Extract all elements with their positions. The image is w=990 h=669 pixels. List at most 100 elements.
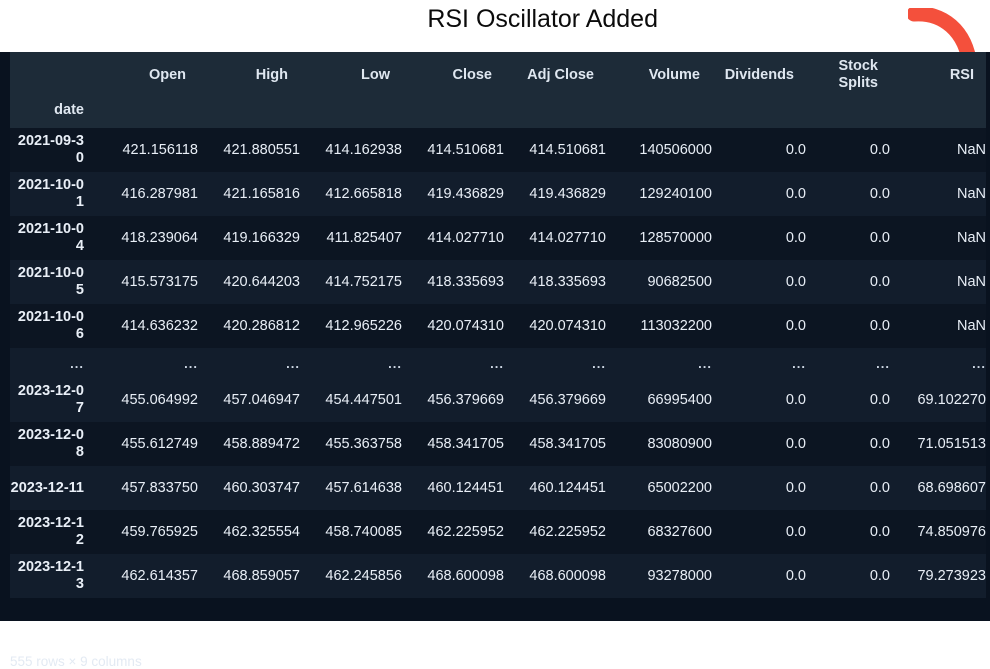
table-cell-close: 468.600098 xyxy=(427,568,504,584)
index-row-spacer xyxy=(712,98,806,128)
dataframe-table: Open High Low Close Adj Close Volume Div… xyxy=(10,52,986,598)
table-body: 2021-09-30 421.156118 421.880551 414.162938… xyxy=(10,128,986,598)
table-cell-high: 468.859057 xyxy=(223,568,300,584)
table-cell-open: 455.612749 xyxy=(121,436,198,452)
table-cell-high: 419.166329 xyxy=(223,230,300,246)
column-header-low[interactable]: Low xyxy=(300,52,402,98)
index-name-row: date xyxy=(10,98,986,128)
table-cell-high: 421.880551 xyxy=(223,142,300,158)
column-header-open[interactable]: Open xyxy=(96,52,198,98)
table-cell-volume: 113032200 xyxy=(640,318,712,334)
table-cell-rsi: NaN xyxy=(956,274,986,290)
table-cell-low: 412.665818 xyxy=(325,186,402,202)
index-row-spacer xyxy=(198,98,300,128)
table-row[interactable]: 2023-12-07 455.064992 457.046947 454.447501… xyxy=(10,378,986,422)
table-cell-ellipsis: ... xyxy=(972,355,986,371)
table-cell-adj-close: 420.074310 xyxy=(529,318,606,334)
row-index-date: 2023-12-07 xyxy=(17,383,84,416)
table-cell-volume: 65002200 xyxy=(647,480,712,496)
table-cell-volume: 129240100 xyxy=(639,186,712,202)
table-cell-low: 411.825407 xyxy=(326,230,402,246)
table-cell-ellipsis: ... xyxy=(388,355,402,371)
table-cell-stock-splits: 0.0 xyxy=(869,480,890,496)
row-index-date: 2021-10-06 xyxy=(17,309,84,342)
table-cell-open: 455.064992 xyxy=(121,392,198,408)
column-header-row: Open High Low Close Adj Close Volume Div… xyxy=(10,52,986,98)
table-cell-high: 420.644203 xyxy=(223,274,300,290)
column-header-index-blank xyxy=(10,52,96,98)
table-cell-close: 419.436829 xyxy=(427,186,504,202)
table-cell-ellipsis: ... xyxy=(876,355,890,371)
table-cell-volume: 90682500 xyxy=(647,274,712,290)
column-header-adj-close[interactable]: Adj Close xyxy=(504,52,606,98)
table-cell-stock-splits: 0.0 xyxy=(869,436,890,452)
table-cell-rsi: NaN xyxy=(956,186,986,202)
table-cell-stock-splits: 0.0 xyxy=(869,142,890,158)
table-cell-rsi: NaN xyxy=(956,230,986,246)
table-cell-rsi: 71.051513 xyxy=(917,436,986,452)
table-cell-stock-splits: 0.0 xyxy=(869,230,890,246)
table-cell-rsi: 79.273923 xyxy=(917,568,986,584)
row-index-date: 2023-12-08 xyxy=(17,427,84,460)
column-header-volume[interactable]: Volume xyxy=(606,52,712,98)
column-header-high[interactable]: High xyxy=(198,52,300,98)
dataframe-shape-footer: 555 rows × 9 columns xyxy=(10,654,142,669)
table-cell-adj-close: 414.027710 xyxy=(529,230,606,246)
column-header-stock-splits[interactable]: Stock Splits xyxy=(806,52,890,98)
table-cell-stock-splits: 0.0 xyxy=(869,186,890,202)
column-header-close[interactable]: Close xyxy=(402,52,504,98)
table-cell-volume: 68327600 xyxy=(647,524,712,540)
table-cell-low: 414.162938 xyxy=(325,142,402,158)
table-cell-open: 457.833750 xyxy=(121,480,198,496)
index-row-spacer xyxy=(504,98,606,128)
table-cell-stock-splits: 0.0 xyxy=(869,274,890,290)
table-cell-open: 416.287981 xyxy=(121,186,198,202)
row-index-date: 2021-10-01 xyxy=(17,177,84,210)
row-index-date: 2023-12-11 xyxy=(10,479,84,496)
table-cell-dividends: 0.0 xyxy=(785,142,806,158)
table-cell-open: 462.614357 xyxy=(121,568,198,584)
row-index-ellipsis: ... xyxy=(70,355,84,371)
table-cell-rsi: 68.698607 xyxy=(917,480,986,496)
table-cell-dividends: 0.0 xyxy=(785,568,806,584)
table-row[interactable]: 2023-12-08 455.612749 458.889472 455.363758… xyxy=(10,422,986,466)
table-cell-volume: 128570000 xyxy=(639,230,712,246)
table-row-ellipsis: .............................. xyxy=(10,348,986,378)
table-cell-low: 414.752175 xyxy=(325,274,402,290)
table-cell-close: 414.027710 xyxy=(427,230,504,246)
table-row[interactable]: 2023-12-13 462.614357 468.859057 462.245856… xyxy=(10,554,986,598)
table-cell-high: 462.325554 xyxy=(223,524,300,540)
table-cell-dividends: 0.0 xyxy=(785,230,806,246)
column-header-dividends[interactable]: Dividends xyxy=(712,52,806,98)
table-cell-dividends: 0.0 xyxy=(785,186,806,202)
table-header: Open High Low Close Adj Close Volume Div… xyxy=(10,52,986,128)
table-cell-close: 462.225952 xyxy=(427,524,504,540)
table-row[interactable]: 2021-10-04 418.239064 419.166329 411.825407… xyxy=(10,216,986,260)
table-cell-dividends: 0.0 xyxy=(785,436,806,452)
table-cell-volume: 140506000 xyxy=(639,142,712,158)
table-row[interactable]: 2021-10-06 414.636232 420.286812 412.965226… xyxy=(10,304,986,348)
table-cell-open: 414.636232 xyxy=(121,318,198,334)
table-cell-ellipsis: ... xyxy=(698,355,712,371)
table-cell-stock-splits: 0.0 xyxy=(869,524,890,540)
table-row[interactable]: 2023-12-11 457.833750 460.303747 457.614638… xyxy=(10,466,986,510)
table-cell-close: 420.074310 xyxy=(427,318,504,334)
table-row[interactable]: 2021-10-05 415.573175 420.644203 414.752175… xyxy=(10,260,986,304)
row-index-date: 2021-10-04 xyxy=(17,221,84,254)
index-row-spacer xyxy=(890,98,986,128)
table-row[interactable]: 2021-09-30 421.156118 421.880551 414.162938… xyxy=(10,128,986,172)
table-cell-close: 418.335693 xyxy=(427,274,504,290)
table-cell-low: 457.614638 xyxy=(325,480,402,496)
table-row[interactable]: 2021-10-01 416.287981 421.165816 412.665818… xyxy=(10,172,986,216)
table-cell-close: 414.510681 xyxy=(427,142,504,158)
annotation-band: RSI Oscillator Added xyxy=(0,0,990,120)
index-row-spacer xyxy=(806,98,890,128)
table-cell-volume: 93278000 xyxy=(647,568,712,584)
table-cell-open: 459.765925 xyxy=(121,524,198,540)
table-cell-low: 458.740085 xyxy=(325,524,402,540)
table-row[interactable]: 2023-12-12 459.765925 462.325554 458.740085… xyxy=(10,510,986,554)
table-cell-low: 462.245856 xyxy=(325,568,402,584)
index-row-spacer xyxy=(402,98,504,128)
column-header-rsi[interactable]: RSI xyxy=(890,52,986,98)
table-cell-adj-close: 468.600098 xyxy=(529,568,606,584)
